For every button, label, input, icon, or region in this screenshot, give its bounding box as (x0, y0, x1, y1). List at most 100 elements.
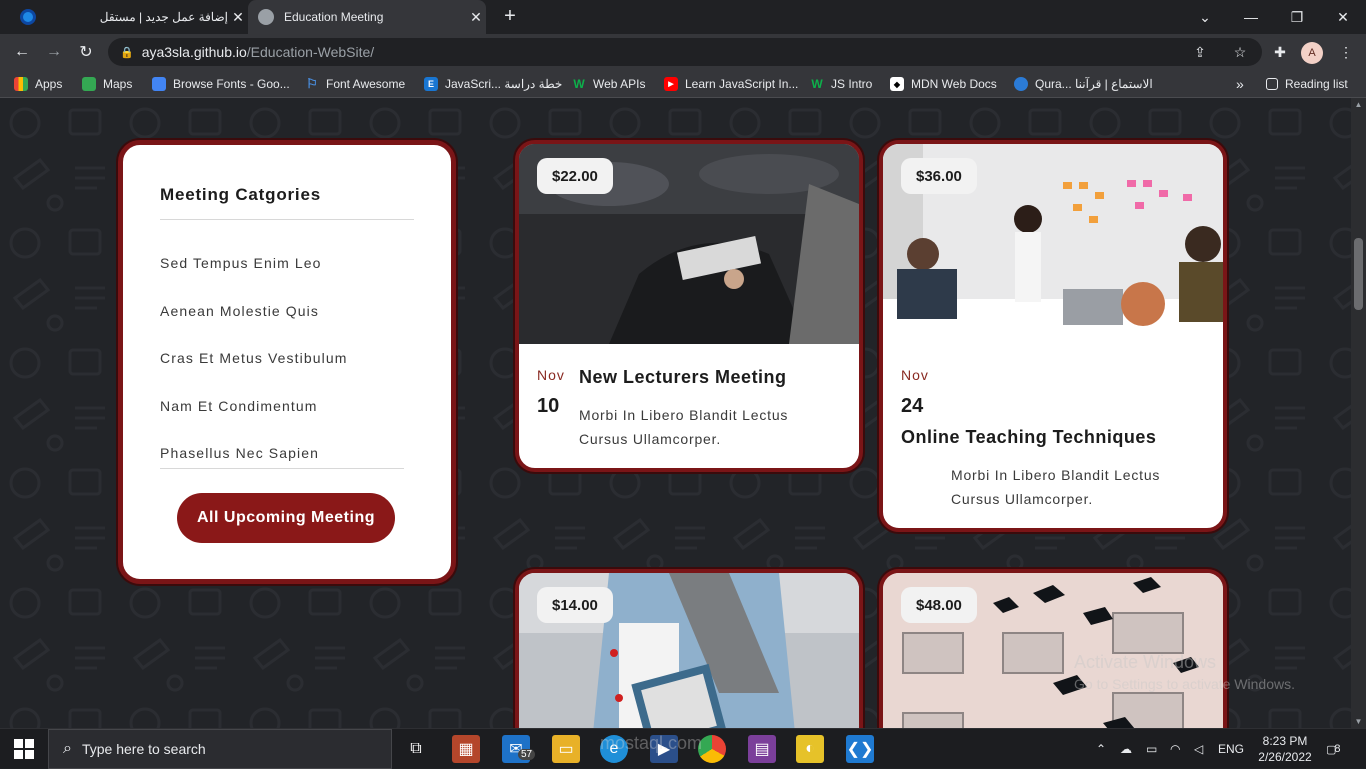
meeting-card[interactable]: $14.00 (515, 569, 863, 728)
page-scrollbar[interactable]: ▲ ▼ (1351, 98, 1366, 728)
search-icon: ⌕ (63, 740, 72, 757)
scroll-down-icon[interactable]: ▼ (1351, 717, 1366, 726)
store-icon[interactable]: ▦ (452, 735, 480, 763)
search-placeholder: Type here to search (81, 741, 206, 757)
taskbar-search-box[interactable]: ⌕ Type here to search (48, 729, 392, 769)
close-window-icon[interactable]: ✕ (1320, 0, 1366, 34)
flag-icon: ⚐ (306, 76, 318, 91)
forward-icon[interactable]: → (42, 40, 66, 64)
bookmark-learn-javascript[interactable]: ▶ Learn JavaScript In... (664, 75, 798, 93)
vscode-icon[interactable]: ❮❯ (846, 735, 874, 763)
scroll-up-icon[interactable]: ▲ (1351, 100, 1366, 109)
category-item[interactable]: Aenean Molestie Quis (160, 290, 413, 338)
back-icon[interactable]: ← (10, 40, 34, 64)
share-icon[interactable]: ⇪ (1186, 38, 1214, 66)
close-tab-icon[interactable]: ✕ (228, 9, 248, 26)
w-letter-icon: W (811, 77, 823, 91)
windows-taskbar: ⌕ Type here to search ⧉ ▦ ✉ 57 ▭ e ▶ ▤ ◐… (0, 728, 1366, 769)
mostaql-favicon-icon (20, 9, 36, 25)
meeting-title[interactable]: Online Teaching Techniques (901, 427, 1156, 448)
bookmark-quran[interactable]: Qura... الاستماع | قرآننا (1014, 75, 1153, 93)
apps-grid-icon (14, 77, 28, 91)
category-item[interactable]: Sed Tempus Enim Leo (160, 242, 413, 290)
price-badge: $48.00 (901, 587, 977, 623)
globe-icon (258, 9, 274, 25)
mail-badge: 57 (518, 749, 536, 760)
cloud-icon[interactable]: ☁ (1120, 729, 1132, 769)
new-tab-icon[interactable]: + (500, 5, 520, 28)
description-line: Cursus Ullamcorper. (951, 491, 1094, 507)
reload-icon[interactable]: ↻ (74, 40, 98, 64)
meeting-card[interactable]: $36.00 Nov 24 Online Teaching Techniques… (879, 140, 1227, 532)
file-explorer-icon[interactable]: ▭ (552, 735, 580, 763)
bookmark-javascript-plan[interactable]: E JavaScri... خطة دراسة (424, 75, 562, 93)
profile-avatar[interactable]: A (1301, 42, 1323, 64)
windows-start-icon[interactable] (14, 739, 34, 759)
winrar-icon[interactable]: ▤ (748, 735, 776, 763)
bookmark-star-icon[interactable]: ☆ (1226, 38, 1254, 66)
bookmark-font-awesome[interactable]: ⚐ Font Awesome (305, 75, 405, 93)
bookmark-mdn[interactable]: ◆ MDN Web Docs (890, 75, 997, 93)
notification-center-icon[interactable]: ▢ 8 (1326, 729, 1341, 769)
w-letter-icon: W (573, 77, 585, 91)
description-line: Cursus Ullamcorper. (579, 431, 722, 447)
tray-overflow-icon[interactable]: ⌃ (1096, 729, 1106, 769)
clock[interactable]: 8:23 PM 2/26/2022 (1256, 729, 1314, 769)
extensions-puzzle-icon[interactable]: ✚ (1268, 40, 1292, 64)
mdn-icon: ◆ (890, 77, 904, 91)
category-list: Sed Tempus Enim Leo Aenean Molestie Quis… (160, 242, 413, 480)
categories-title: Meeting Catgories (160, 185, 414, 220)
tab-search-chevron-icon[interactable]: ⌄ (1182, 0, 1228, 34)
tab-title: إضافة عمل جديد | مستقل (99, 10, 228, 24)
lock-icon: 🔒 (120, 46, 134, 59)
meeting-card[interactable]: $22.00 Nov 10 New Lecturers Meeting Morb… (515, 140, 863, 472)
reading-list-icon (1266, 78, 1278, 90)
browser-tab-bar: إضافة عمل جديد | مستقل ✕ Education Meeti… (0, 0, 1366, 34)
bookmark-label: Apps (35, 77, 63, 91)
meeting-day: 24 (901, 395, 924, 417)
price-badge: $14.00 (537, 587, 613, 623)
language-indicator[interactable]: ENG (1218, 729, 1244, 769)
category-item[interactable]: Cras Et Metus Vestibulum (160, 337, 413, 385)
bookmark-js-intro[interactable]: W JS Intro (810, 75, 872, 93)
app-icon[interactable]: ◐ (796, 735, 824, 763)
category-item[interactable]: Nam Et Condimentum (160, 385, 413, 433)
battery-icon[interactable]: ▭ (1146, 729, 1157, 769)
tab-mostaql[interactable]: إضافة عمل جديد | مستقل ✕ (10, 0, 248, 34)
scrollbar-thumb[interactable] (1354, 238, 1363, 310)
address-row: ← → ↻ 🔒 aya3sla.github.io /Education-Web… (0, 34, 1366, 70)
volume-icon[interactable]: ◁ (1194, 729, 1203, 769)
description-line: Morbi In Libero Blandit Lectus (951, 467, 1161, 483)
clock-date: 2/26/2022 (1258, 750, 1312, 764)
bookmark-apps[interactable]: Apps (14, 75, 62, 93)
all-upcoming-meeting-button[interactable]: All Upcoming Meeting (177, 493, 395, 543)
url-host: aya3sla.github.io (141, 44, 247, 60)
more-bookmarks-icon[interactable]: » (1236, 75, 1244, 93)
tab-education-meeting[interactable]: Education Meeting ✕ (248, 0, 486, 34)
bookmarks-bar: Apps Maps Browse Fonts - Goo... ⚐ Font Aw… (0, 70, 1366, 98)
meeting-day: 10 (537, 395, 560, 417)
meeting-month: Nov (901, 367, 929, 383)
category-item[interactable]: Phasellus Nec Sapien (160, 432, 413, 480)
menu-kebab-icon[interactable]: ⋮ (1334, 40, 1358, 64)
bookmark-google-fonts[interactable]: Browse Fonts - Goo... (152, 75, 290, 93)
url-bar[interactable]: 🔒 aya3sla.github.io /Education-WebSite/ … (108, 38, 1262, 66)
meeting-title[interactable]: New Lecturers Meeting (579, 367, 787, 388)
chrome-icon[interactable] (698, 735, 726, 763)
minimize-icon[interactable]: — (1228, 0, 1274, 34)
reading-list-label: Reading list (1285, 77, 1348, 91)
task-view-icon[interactable]: ⧉ (402, 735, 430, 763)
close-tab-icon[interactable]: ✕ (466, 9, 486, 26)
web-page: Meeting Catgories Sed Tempus Enim Leo Ae… (0, 98, 1366, 728)
bookmark-web-apis[interactable]: W Web APIs (572, 75, 645, 93)
bookmark-maps[interactable]: Maps (82, 75, 132, 93)
bookmark-label: JavaScri... خطة دراسة (445, 77, 563, 91)
reading-list[interactable]: Reading list (1266, 75, 1348, 93)
meeting-card[interactable]: $48.00 (879, 569, 1227, 728)
clock-time: 8:23 PM (1262, 734, 1308, 748)
wifi-icon[interactable]: ◠ (1170, 729, 1180, 769)
tab-title: Education Meeting (284, 10, 384, 24)
restore-icon[interactable]: ❐ (1274, 0, 1320, 34)
description-line: Morbi In Libero Blandit Lectus (579, 407, 789, 423)
youtube-icon: ▶ (664, 77, 678, 91)
